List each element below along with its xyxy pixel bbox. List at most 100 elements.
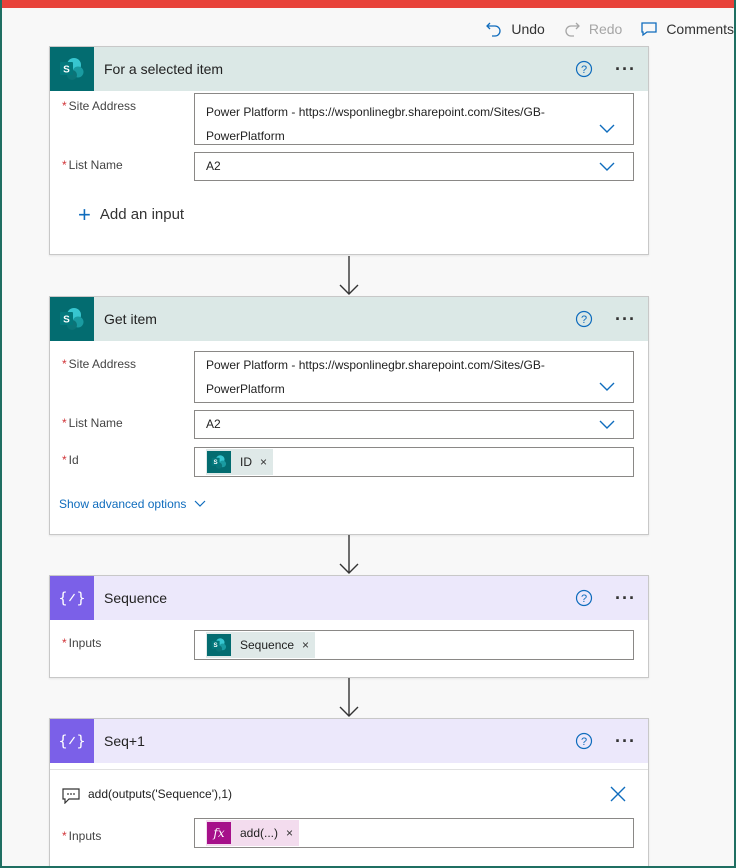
function-icon: fx [207, 822, 231, 844]
list-name-label-text: List Name [68, 158, 123, 172]
trigger-card-header[interactable]: S For a selected item ? ··· [50, 47, 648, 91]
dynamic-content-token[interactable]: S ID × [206, 449, 274, 475]
undo-label: Undo [511, 21, 545, 37]
plus-icon: + [78, 201, 91, 227]
svg-text:S: S [214, 642, 218, 649]
list-name-label: * List Name [62, 158, 123, 172]
required-marker: * [62, 99, 67, 113]
more-options-icon[interactable]: ··· [615, 60, 636, 78]
help-icon[interactable]: ? [575, 60, 593, 78]
seq-plus-one-card: { } Seq+1 ? ··· add(outputs('Sequence'),… [49, 718, 649, 866]
inputs-field[interactable]: S Sequence × [194, 630, 634, 660]
comments-label: Comments [666, 21, 734, 37]
svg-text:S: S [214, 459, 218, 466]
remove-token-icon[interactable]: × [286, 826, 293, 840]
chevron-down-icon[interactable] [599, 124, 615, 134]
expression-tooltip: add(outputs('Sequence'),1) [50, 769, 648, 815]
top-accent-bar [2, 0, 734, 8]
trigger-card: S For a selected item ? ··· * Site Addres… [49, 46, 649, 255]
redo-button[interactable]: Redo [563, 20, 622, 38]
required-marker: * [62, 357, 67, 371]
id-input[interactable]: S ID × [194, 447, 634, 477]
dynamic-content-token[interactable]: S Sequence × [206, 632, 316, 658]
svg-text:?: ? [581, 736, 587, 748]
chevron-down-icon[interactable] [599, 382, 615, 392]
comments-button[interactable]: Comments [640, 20, 734, 38]
site-address-dropdown[interactable]: Power Platform - https://wsponlinegbr.sh… [194, 93, 634, 145]
remove-token-icon[interactable]: × [302, 638, 309, 652]
id-label: * Id [62, 453, 79, 467]
app-frame: Undo Redo Comments S For a selected item… [2, 0, 734, 866]
required-marker: * [62, 416, 67, 430]
svg-text:?: ? [581, 593, 587, 605]
required-marker: * [62, 636, 67, 650]
inputs-label: * Inputs [62, 636, 101, 650]
token-label: ID [240, 455, 252, 469]
show-advanced-options-link[interactable]: Show advanced options [59, 497, 206, 511]
chevron-down-icon[interactable] [599, 162, 615, 172]
required-marker: * [62, 829, 67, 843]
help-icon[interactable]: ? [575, 732, 593, 750]
comment-icon [640, 20, 658, 38]
inputs-label-text: Inputs [68, 829, 102, 843]
list-name-label: * List Name [62, 416, 123, 430]
site-address-value-line1: Power Platform - https://wsponlinegbr.sh… [206, 358, 545, 372]
sharepoint-icon: S [50, 47, 94, 91]
variable-icon: { } [50, 719, 94, 763]
seq-plus-one-card-title: Seq+1 [104, 733, 145, 749]
add-input-label: Add an input [99, 206, 185, 223]
sequence-card-header[interactable]: { } Sequence ? ··· [50, 576, 648, 620]
list-name-value: A2 [206, 417, 221, 431]
list-name-value: A2 [206, 159, 221, 173]
site-address-value-line2: PowerPlatform [206, 129, 285, 143]
site-address-value-line1: Power Platform - https://wsponlinegbr.sh… [206, 105, 545, 119]
more-options-icon[interactable]: ··· [615, 310, 636, 328]
close-icon[interactable] [610, 786, 626, 802]
sharepoint-icon: S [50, 297, 94, 341]
variable-icon: { } [50, 576, 94, 620]
token-label: add(...) [240, 826, 279, 840]
get-item-card-title: Get item [104, 311, 157, 327]
help-icon[interactable]: ? [575, 589, 593, 607]
flow-canvas: S For a selected item ? ··· * Site Addres… [2, 46, 734, 866]
sequence-card: { } Sequence ? ··· *Inputs S Sequence × [49, 575, 649, 678]
get-item-card-header[interactable]: S Get item ? ··· [50, 297, 648, 341]
site-address-label-text: Site Address [68, 99, 137, 113]
site-address-dropdown[interactable]: Power Platform - https://wsponlinegbr.sh… [194, 351, 634, 403]
more-options-icon[interactable]: ··· [615, 589, 636, 607]
required-marker: * [62, 158, 67, 172]
remove-token-icon[interactable]: × [260, 455, 267, 469]
svg-text:S: S [63, 65, 70, 76]
redo-label: Redo [588, 21, 623, 37]
site-address-label-text: Site Address [68, 357, 137, 371]
sequence-card-title: Sequence [104, 590, 168, 606]
list-name-label-text: List Name [68, 416, 123, 430]
token-label: Sequence [240, 638, 295, 652]
redo-icon [563, 20, 581, 38]
inputs-field[interactable]: fx add(...) × [194, 818, 634, 848]
list-name-dropdown[interactable]: A2 [194, 152, 634, 181]
site-address-value-line2: PowerPlatform [206, 382, 285, 396]
trigger-card-title: For a selected item [104, 61, 224, 77]
chevron-down-icon [195, 500, 206, 507]
inputs-label: * Inputs [62, 829, 101, 843]
expression-token[interactable]: fx add(...) × [206, 820, 300, 846]
flow-arrow-icon [339, 256, 359, 295]
svg-text:?: ? [581, 64, 587, 76]
list-name-dropdown[interactable]: A2 [194, 410, 634, 439]
add-input-button[interactable]: + Add an input [78, 201, 185, 227]
designer-toolbar: Undo Redo Comments [2, 8, 734, 50]
svg-text:S: S [63, 315, 70, 326]
help-icon[interactable]: ? [575, 310, 593, 328]
comment-icon [62, 788, 80, 804]
sharepoint-icon: S [207, 451, 231, 473]
undo-button[interactable]: Undo [485, 20, 545, 38]
required-marker: * [62, 453, 67, 467]
flow-arrow-icon [339, 535, 359, 574]
svg-text:?: ? [581, 314, 587, 326]
chevron-down-icon[interactable] [599, 420, 615, 430]
more-options-icon[interactable]: ··· [615, 732, 636, 750]
inputs-label-text: Inputs [68, 636, 102, 650]
site-address-label: * Site Address [62, 99, 136, 113]
seq-plus-one-card-header[interactable]: { } Seq+1 ? ··· [50, 719, 648, 763]
